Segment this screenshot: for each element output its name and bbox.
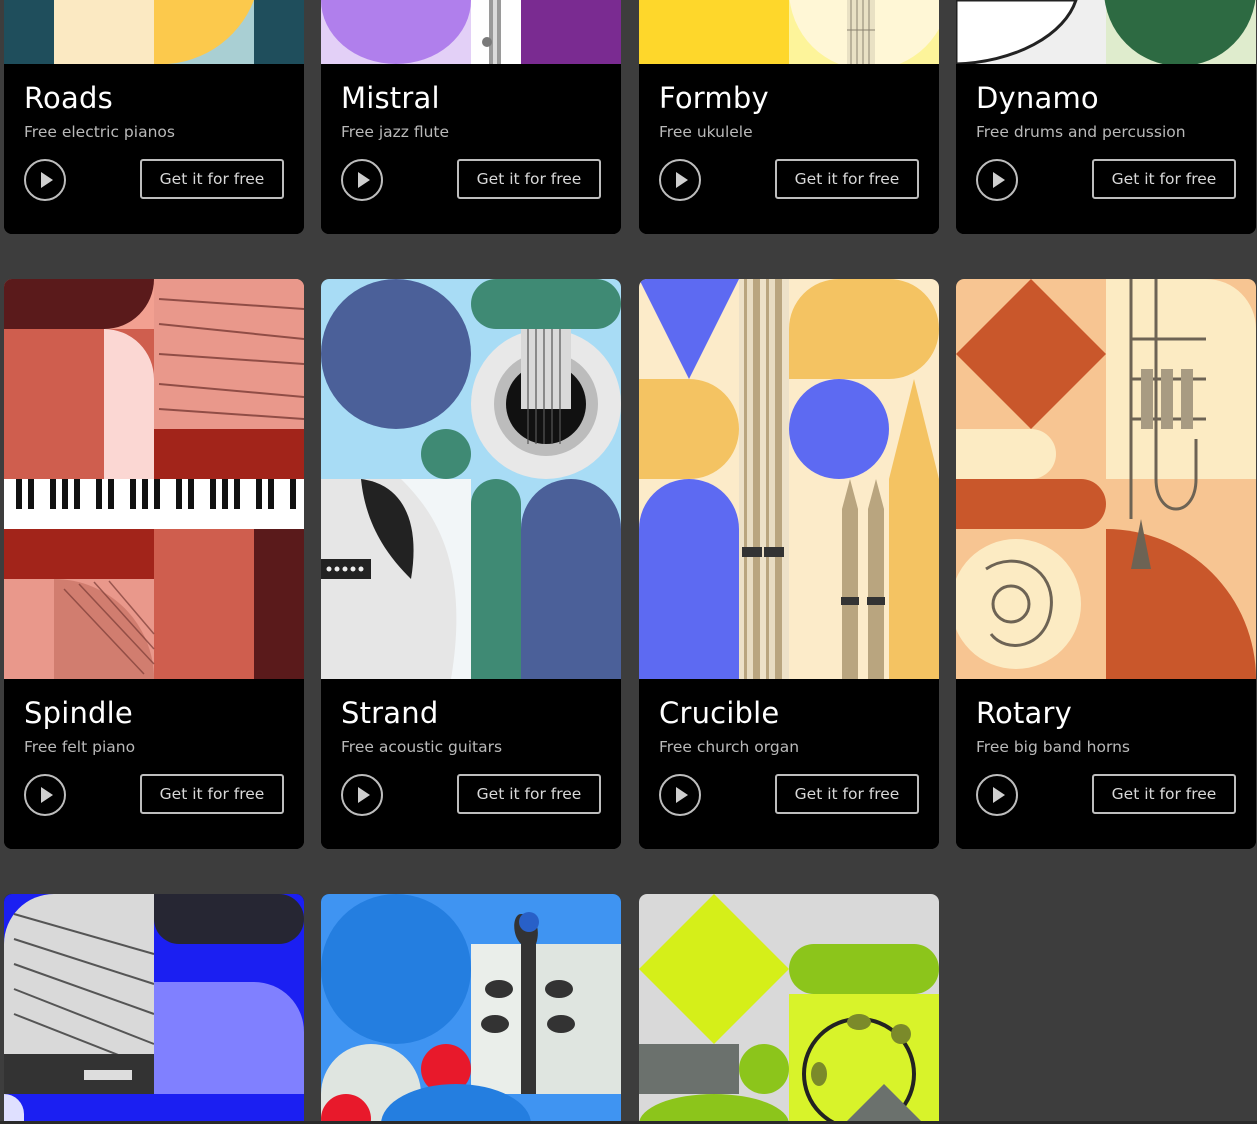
card-title: Mistral [341,81,440,115]
play-icon [41,172,53,188]
product-artwork [4,894,304,1124]
card-title: Crucible [659,696,780,730]
product-card-dynamo[interactable]: Dynamo Free drums and percussion Get it … [956,0,1256,234]
play-button[interactable] [659,159,701,201]
product-card-formby[interactable]: Formby Free ukulele Get it for free [639,0,939,234]
card-description: Free ukulele [659,123,753,141]
get-it-free-button[interactable]: Get it for free [775,159,919,199]
play-icon [358,172,370,188]
product-artwork [321,279,621,679]
product-card-spindle[interactable]: Spindle Free felt piano Get it for free [4,279,304,849]
product-card-violin[interactable] [321,894,621,1124]
get-it-free-button[interactable]: Get it for free [1092,159,1236,199]
get-it-free-button[interactable]: Get it for free [140,159,284,199]
card-title: Strand [341,696,439,730]
product-card-strand[interactable]: Strand Free acoustic guitars Get it for … [321,279,621,849]
card-title: Rotary [976,696,1073,730]
card-title: Formby [659,81,769,115]
play-icon [676,172,688,188]
product-artwork [321,0,621,64]
play-button[interactable] [341,774,383,816]
product-card-grand-piano[interactable] [4,894,304,1124]
play-button[interactable] [659,774,701,816]
card-description: Free big band horns [976,738,1130,756]
product-card-rotary[interactable]: Rotary Free big band horns Get it for fr… [956,279,1256,849]
card-description: Free felt piano [24,738,136,756]
product-artwork [321,894,621,1124]
product-card-tambourine[interactable] [639,894,939,1124]
card-title: Roads [24,81,113,115]
get-it-free-button[interactable]: Get it for free [457,774,601,814]
get-it-free-button[interactable]: Get it for free [140,774,284,814]
get-it-free-button[interactable]: Get it for free [457,159,601,199]
get-it-free-button[interactable]: Get it for free [775,774,919,814]
play-button[interactable] [24,774,66,816]
product-artwork [4,279,304,679]
play-icon [358,787,370,803]
product-artwork [956,279,1256,679]
product-artwork [639,894,939,1124]
card-title: Dynamo [976,81,1099,115]
card-title: Spindle [24,696,133,730]
play-button[interactable] [976,774,1018,816]
card-description: Free church organ [659,738,800,756]
play-icon [41,787,53,803]
get-it-free-button[interactable]: Get it for free [1092,774,1236,814]
product-card-crucible[interactable]: Crucible Free church organ Get it for fr… [639,279,939,849]
card-description: Free acoustic guitars [341,738,503,756]
product-card-mistral[interactable]: Mistral Free jazz flute Get it for free [321,0,621,234]
product-artwork [639,279,939,679]
card-description: Free jazz flute [341,123,450,141]
play-button[interactable] [341,159,383,201]
play-icon [993,787,1005,803]
play-icon [676,787,688,803]
play-icon [993,172,1005,188]
card-description: Free electric pianos [24,123,175,141]
product-card-roads[interactable]: Roads Free electric pianos Get it for fr… [4,0,304,234]
product-artwork [639,0,939,64]
play-button[interactable] [24,159,66,201]
product-artwork [4,0,304,64]
product-artwork [956,0,1256,64]
card-description: Free drums and percussion [976,123,1186,141]
play-button[interactable] [976,159,1018,201]
